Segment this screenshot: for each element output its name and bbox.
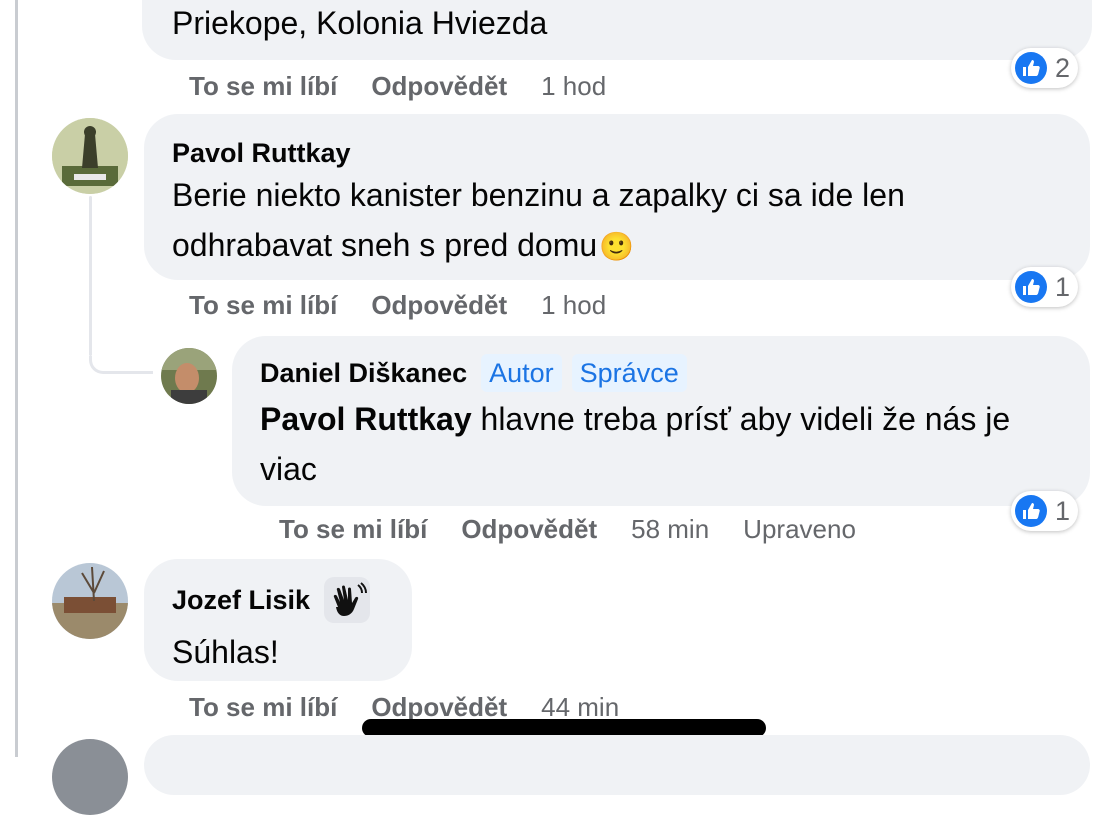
like-link[interactable]: To se mi líbí [189, 692, 337, 722]
thread-connector [89, 356, 153, 374]
comment-actions: To se mi líbí Odpovědět 1 hod [189, 290, 640, 321]
comment-author[interactable]: Jozef Lisik [172, 585, 310, 615]
timestamp[interactable]: 58 min [631, 514, 709, 544]
reply-link[interactable]: Odpovědět [461, 514, 597, 544]
edited-label[interactable]: Upraveno [743, 514, 856, 544]
comment-author-row: Jozef Lisik [172, 577, 384, 625]
reply-link[interactable]: Odpovědět [371, 290, 507, 320]
timestamp[interactable]: 1 hod [541, 71, 606, 101]
reaction-counter[interactable]: 1 [1011, 267, 1079, 307]
like-icon [1015, 271, 1047, 303]
admin-badge: Správce [571, 354, 687, 392]
comment-actions: To se mi líbí Odpovědět 58 min Upraveno [279, 514, 890, 545]
waving-hand-icon [324, 577, 371, 623]
reaction-counter[interactable]: 2 [1011, 48, 1079, 88]
comment-body: Berie niekto kanister benzinu a zapalky … [172, 177, 905, 263]
like-icon [1015, 52, 1047, 84]
reaction-counter[interactable]: 1 [1011, 491, 1079, 531]
comment-bubble: Jozef Lisik Súhlas! [144, 559, 412, 681]
comment-text: Súhlas! [172, 634, 279, 670]
avatar[interactable] [161, 348, 217, 404]
like-link[interactable]: To se mi líbí [189, 290, 337, 320]
timestamp[interactable]: 1 hod [541, 290, 606, 320]
comment-text: Berie niekto kanister benzinu a zapalky … [172, 170, 1002, 272]
comment-bubble: Daniel Diškanec Autor Správce Pavol Ruttka… [232, 336, 1090, 506]
avatar[interactable] [52, 739, 128, 815]
like-icon [1015, 495, 1047, 527]
comment-text: Priekope, Kolonia Hviezda [172, 5, 548, 41]
comment-bubble: Priekope, Kolonia Hviezda [142, 0, 1092, 60]
comment-author[interactable]: Pavol Ruttkay [172, 136, 1062, 170]
comment-author[interactable]: Daniel Diškanec [260, 358, 467, 388]
comment-bubble [144, 735, 1090, 795]
comment-text: Pavol Ruttkay hlavne treba prísť aby vid… [260, 394, 1070, 494]
mention-link[interactable]: Pavol Ruttkay [260, 401, 472, 437]
avatar[interactable] [52, 118, 128, 194]
avatar[interactable] [52, 563, 128, 639]
reaction-count: 1 [1055, 271, 1071, 302]
reply-link[interactable]: Odpovědět [371, 692, 507, 722]
author-badge: Autor [481, 354, 562, 392]
reaction-count: 2 [1055, 52, 1071, 83]
reply-link[interactable]: Odpovědět [371, 71, 507, 101]
left-border [15, 0, 18, 757]
like-link[interactable]: To se mi líbí [189, 71, 337, 101]
reaction-count: 1 [1055, 495, 1071, 526]
smiley-emoji: 🙂 [599, 231, 635, 262]
like-link[interactable]: To se mi líbí [279, 514, 427, 544]
thread-line [89, 196, 92, 356]
comment-bubble: Pavol Ruttkay Berie niekto kanister benz… [144, 114, 1090, 280]
timestamp[interactable]: 44 min [541, 692, 619, 722]
comment-author-row: Daniel Diškanec Autor Správce [260, 354, 1062, 392]
comment-actions: To se mi líbí Odpovědět 1 hod [189, 71, 640, 102]
